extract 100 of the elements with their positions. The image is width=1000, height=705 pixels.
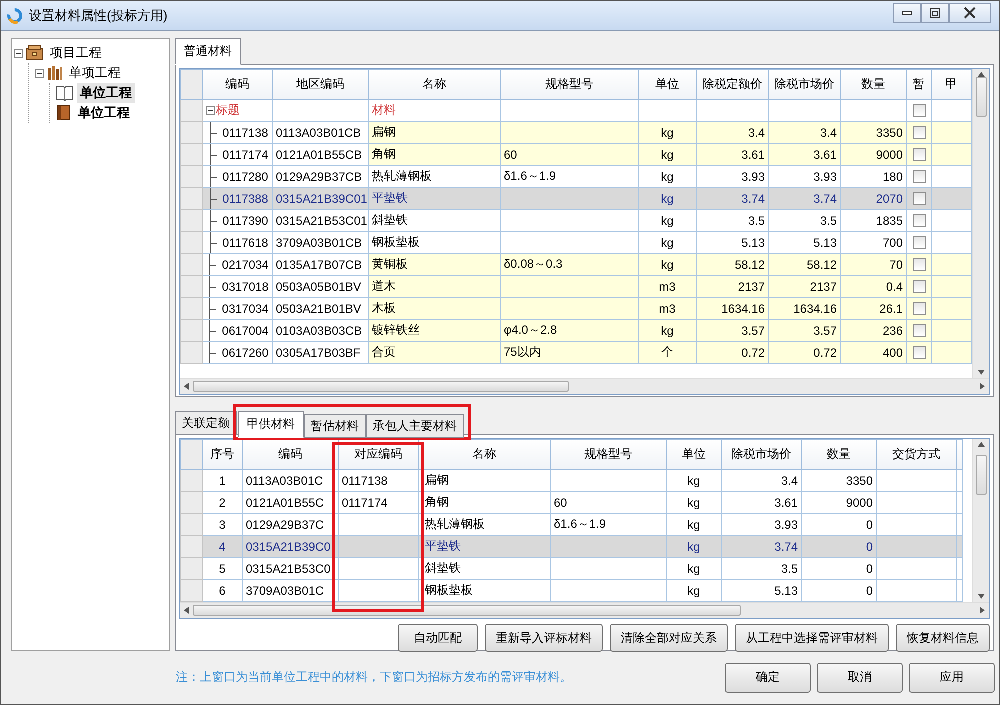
close-icon[interactable] [964,6,976,18]
action-button[interactable]: 重新导入评标材料 [485,624,603,652]
table-row[interactable]: 0617260 0305A17B03BF 合页 75以内 个 0.72 0.72 400 [180,342,972,364]
scroll-left-icon[interactable] [184,607,189,614]
row-header [180,440,202,470]
scrollbar-thumb[interactable] [193,381,569,392]
column-header[interactable]: 除税定额价 [696,70,768,100]
table-row[interactable]: 0117618 3709A03B01CB 钢板垫板 kg 5.13 5.13 700 [180,232,972,254]
table-row[interactable]: 0617004 0103A03B03CB 镀锌铁丝 φ4.0～2.8 kg 3.57 3.57 236 [180,320,972,342]
table-cell: m3 [638,298,696,320]
column-header[interactable]: 单位 [666,440,722,470]
table-cell: 3.4 [768,122,840,144]
column-header[interactable]: 除税市场价 [768,70,840,100]
note-text: 注：上窗口为当前单位工程中的材料，下窗口为招标方发布的需评审材料。 [176,669,573,686]
checkbox[interactable] [912,192,926,205]
tab[interactable]: 暂估材料 [304,414,366,438]
dialog-button[interactable]: 应用 [909,662,995,692]
dialog-button[interactable]: 取消 [817,662,903,692]
row-header [180,166,202,188]
scrollbar-thumb[interactable] [193,605,742,616]
column-header[interactable]: 名称 [368,70,500,100]
table-row[interactable]: 4 0315A21B39C0 平垫铁 kg 3.74 0 [180,536,962,558]
dialog-button[interactable]: 确定 [725,662,811,692]
column-header[interactable]: 序号 [202,440,242,470]
table-row[interactable]: 5 0315A21B53C0 斜垫铁 kg 3.5 0 [180,558,962,580]
column-header[interactable]: 单位 [638,70,696,100]
table-row[interactable]: 0317018 0503A05B01BV 道木 m3 2137 2137 0.4 [180,276,972,298]
tree-item[interactable]: 项目工程 [47,43,105,63]
checkbox[interactable] [912,346,926,359]
tab[interactable]: 普通材料 [175,38,241,65]
column-header[interactable]: 编码 [202,70,272,100]
table-cell: 9000 [840,144,906,166]
vertical-scrollbar[interactable] [972,69,989,378]
checkbox[interactable] [912,170,926,183]
tab[interactable]: 甲供材料 [238,411,304,438]
action-button[interactable]: 自动匹配 [398,624,478,652]
table-row[interactable]: 0217034 0135A17B07CB 黄铜板 δ0.08～0.3 kg 58.12 58.12 70 [180,254,972,276]
action-button[interactable]: 恢复材料信息 [896,624,990,652]
collapse-icon[interactable] [14,48,23,58]
scroll-down-icon[interactable] [978,370,984,375]
checkbox[interactable] [912,302,926,315]
table-row[interactable]: 0117388 0315A21B39C01 平垫铁 kg 3.74 3.74 2070 [180,188,972,210]
column-header[interactable]: 规格型号 [500,70,638,100]
maximize-icon[interactable] [930,8,940,18]
table-row[interactable]: 2 0121A01B55C 0117174 角钢 60 kg 3.61 9000 [180,492,962,514]
column-header[interactable]: 交货方式 [876,440,956,470]
checkbox[interactable] [912,236,926,249]
column-header[interactable]: 地区编码 [272,70,368,100]
minimize-button[interactable] [893,2,921,22]
table-row[interactable]: 0317034 0503A21B01BV 木板 m3 1634.16 1634.16 26.1 [180,298,972,320]
column-header[interactable]: 数量 [802,440,876,470]
column-header[interactable]: 编码 [242,440,338,470]
checkbox[interactable] [912,280,926,293]
horizontal-scrollbar[interactable] [180,602,989,618]
table-cell: 0305A17B03BF [272,342,368,364]
table-row[interactable]: 0117390 0315A21B53C01 斜垫铁 kg 3.5 3.5 1835 [180,210,972,232]
close-button[interactable] [949,2,991,22]
tab[interactable]: 承包人主要材料 [366,414,464,438]
maximize-button[interactable] [921,2,949,22]
scroll-down-icon[interactable] [978,594,984,599]
checkbox[interactable] [912,258,926,271]
column-header[interactable]: 除税市场价 [722,440,802,470]
checkbox[interactable] [912,104,926,117]
tree-item[interactable]: 单项工程 [66,63,124,83]
table-cell: 60 [500,144,638,166]
tree-item[interactable]: 单位工程 [77,83,135,103]
tab[interactable]: 关联定额 [175,411,237,435]
scroll-left-icon[interactable] [184,383,189,390]
collapse-icon[interactable] [206,106,215,115]
collapse-icon[interactable] [35,68,44,78]
column-header[interactable]: 规格型号 [550,440,666,470]
table-cell: 70 [840,254,906,276]
checkbox[interactable] [912,324,926,337]
scrollbar-thumb[interactable] [976,455,986,495]
vertical-scrollbar[interactable] [972,439,989,602]
tree-item[interactable]: 单位工程 [75,103,133,123]
column-header[interactable]: 数量 [840,70,906,100]
checkbox[interactable] [912,214,926,227]
table-row[interactable]: 0117138 0113A03B01CB 扁钢 kg 3.4 3.4 3350 [180,122,972,144]
table-row[interactable]: 3 0129A29B37C 热轧薄钢板 δ1.6～1.9 kg 3.93 0 [180,514,962,536]
table-row[interactable]: 0117280 0129A29B37CB 热轧薄钢板 δ1.6～1.9 kg 3.93 3.93 180 [180,166,972,188]
table-row[interactable]: 6 3709A03B01C 钢板垫板 kg 5.13 0 [180,580,962,602]
checkbox[interactable] [912,148,926,161]
column-header[interactable]: 甲 [932,70,972,100]
scroll-right-icon[interactable] [980,383,985,390]
scrollbar-thumb[interactable] [976,77,986,117]
row-header [180,276,202,298]
table-row[interactable]: 1 0113A03B01C 0117138 扁钢 kg 3.4 3350 [180,470,962,492]
action-button[interactable]: 从工程中选择需评审材料 [735,624,889,652]
horizontal-scrollbar[interactable] [180,378,989,394]
minimize-icon[interactable] [902,10,912,14]
scroll-up-icon[interactable] [978,442,984,447]
column-header[interactable]: 暂 [906,70,932,100]
column-header[interactable]: 名称 [418,440,550,470]
table-row[interactable]: 0117174 0121A01B55CB 角钢 60 kg 3.61 3.61 9000 [180,144,972,166]
action-button[interactable]: 清除全部对应关系 [610,624,728,652]
scroll-right-icon[interactable] [980,607,985,614]
checkbox[interactable] [912,126,926,139]
table-cell: 黄铜板 [368,254,500,276]
books-icon [47,65,63,81]
